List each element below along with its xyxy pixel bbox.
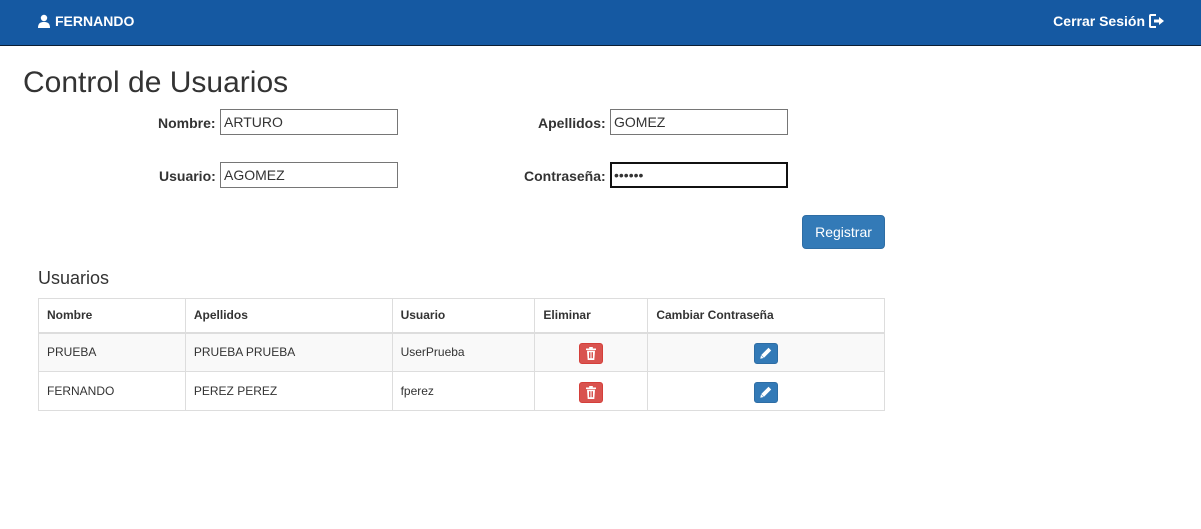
- contrasena-label: Contraseña:: [524, 168, 606, 184]
- cell-eliminar: [534, 371, 649, 411]
- header-cambiar-contrasena: Cambiar Contraseña: [647, 298, 885, 334]
- nav-user-name: FERNANDO: [55, 13, 135, 29]
- logout-icon[interactable]: [1149, 14, 1165, 28]
- logout-link[interactable]: Cerrar Sesión: [1053, 13, 1165, 29]
- usuario-label: Usuario:: [159, 168, 216, 184]
- user-icon: [38, 14, 50, 28]
- edit-password-button[interactable]: [754, 342, 779, 364]
- nombre-label: Nombre:: [158, 115, 216, 131]
- apellidos-input[interactable]: [610, 109, 788, 135]
- pencil-icon[interactable]: [760, 386, 772, 398]
- trash-icon[interactable]: [585, 346, 597, 360]
- registrar-button[interactable]: Registrar: [802, 215, 885, 249]
- table-row: FERNANDO PEREZ PEREZ fperez: [38, 371, 885, 411]
- cell-nombre: PRUEBA: [38, 332, 186, 372]
- users-table: Nombre Apellidos Usuario Eliminar Cambia…: [38, 298, 885, 411]
- nav-user: FERNANDO: [37, 13, 134, 29]
- cell-apellidos: PRUEBA PRUEBA: [184, 332, 393, 372]
- trash-icon[interactable]: [585, 385, 597, 399]
- table-header-row: Nombre Apellidos Usuario Eliminar Cambia…: [38, 298, 885, 334]
- cell-cambiar-contrasena: [647, 371, 885, 411]
- delete-user-button[interactable]: [579, 381, 604, 403]
- page-title: Control de Usuarios: [23, 66, 289, 99]
- nombre-input[interactable]: [220, 109, 398, 135]
- header-usuario: Usuario: [391, 298, 536, 334]
- top-navbar: FERNANDO Cerrar Sesión: [0, 0, 1201, 46]
- cell-usuario: UserPrueba: [391, 332, 536, 372]
- header-eliminar: Eliminar: [534, 298, 649, 334]
- header-nombre: Nombre: [38, 298, 186, 334]
- pencil-icon[interactable]: [760, 347, 772, 359]
- cell-usuario: fperez: [391, 371, 536, 411]
- usuario-input[interactable]: [220, 162, 398, 188]
- apellidos-label: Apellidos:: [538, 115, 606, 131]
- cell-nombre: FERNANDO: [38, 371, 186, 411]
- logout-label[interactable]: Cerrar Sesión: [1053, 13, 1145, 29]
- edit-password-button[interactable]: [754, 381, 779, 403]
- users-section-title: Usuarios: [38, 268, 110, 288]
- cell-cambiar-contrasena: [647, 332, 885, 372]
- contrasena-input[interactable]: [610, 162, 788, 188]
- cell-apellidos: PEREZ PEREZ: [184, 371, 393, 411]
- header-apellidos: Apellidos: [184, 298, 393, 334]
- cell-eliminar: [534, 332, 649, 372]
- delete-user-button[interactable]: [579, 342, 604, 364]
- table-row: PRUEBA PRUEBA PRUEBA UserPrueba: [38, 332, 885, 372]
